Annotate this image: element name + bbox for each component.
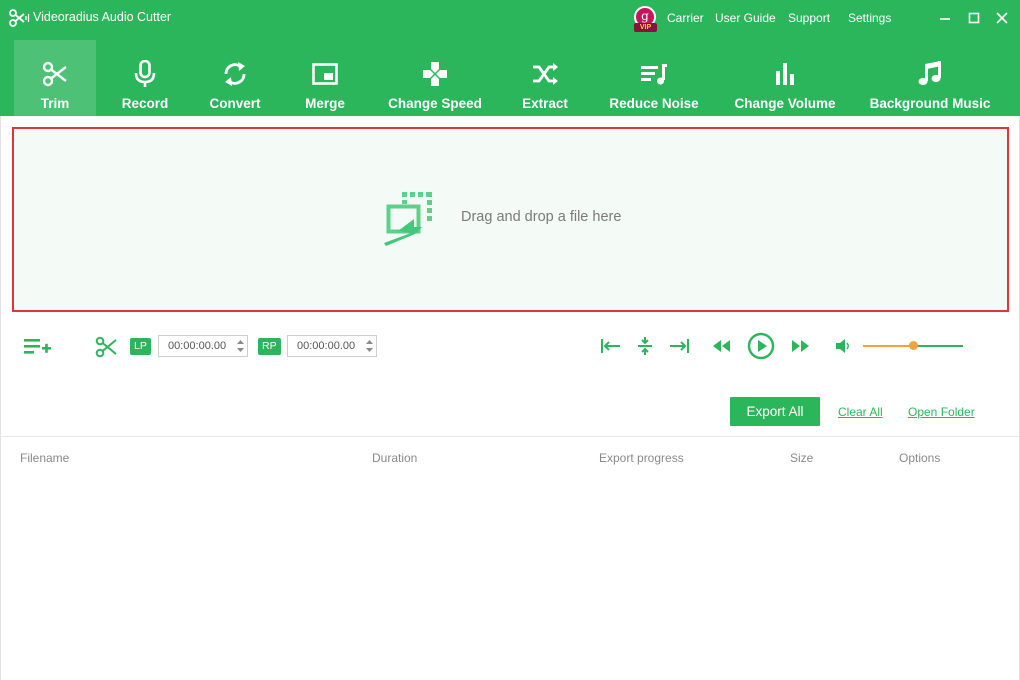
table-divider bbox=[0, 436, 1020, 437]
add-list-icon bbox=[24, 339, 51, 354]
close-icon bbox=[996, 12, 1008, 24]
tool-change-speed[interactable]: Change Speed bbox=[380, 40, 490, 116]
tool-extract-label: Extract bbox=[522, 96, 568, 111]
tool-convert-label: Convert bbox=[209, 96, 261, 111]
tool-change-volume[interactable]: Change Volume bbox=[725, 40, 845, 116]
main-toolbar: Trim Record Convert Merge Change Speed E… bbox=[0, 36, 1020, 116]
rewind-icon bbox=[713, 340, 730, 352]
app-logo-icon bbox=[9, 9, 31, 27]
rp-label: RP bbox=[258, 338, 281, 355]
add-file-button[interactable] bbox=[24, 337, 52, 362]
tool-merge[interactable]: Merge bbox=[285, 40, 365, 116]
align-start-icon bbox=[601, 339, 620, 353]
tool-merge-label: Merge bbox=[305, 96, 345, 111]
tool-convert[interactable]: Convert bbox=[195, 40, 275, 116]
fast-forward-icon bbox=[792, 340, 809, 352]
tool-background-music-label: Background Music bbox=[869, 96, 991, 111]
clear-all-link[interactable]: Clear All bbox=[838, 405, 883, 419]
support-link[interactable]: Support bbox=[788, 11, 830, 25]
file-drop-zone[interactable]: Drag and drop a file here bbox=[12, 127, 1009, 312]
tool-reduce-noise-label: Reduce Noise bbox=[609, 96, 699, 111]
tool-background-music[interactable]: Background Music bbox=[860, 40, 1000, 116]
vip-avatar[interactable]: g VIP bbox=[633, 6, 659, 32]
scissors-icon bbox=[95, 336, 117, 358]
window-left-border bbox=[0, 116, 1, 680]
shuffle-icon bbox=[531, 60, 559, 88]
spinner-arrows-icon[interactable] bbox=[237, 339, 244, 353]
align-middle-icon bbox=[638, 337, 652, 355]
cut-button[interactable] bbox=[95, 336, 119, 363]
fast-forward-button[interactable] bbox=[789, 339, 811, 358]
minimize-icon bbox=[940, 18, 950, 20]
microphone-icon bbox=[131, 59, 159, 88]
app-title: Videoradius Audio Cutter bbox=[33, 10, 172, 24]
merge-window-icon bbox=[311, 60, 339, 88]
spinner-arrows-icon[interactable] bbox=[366, 339, 373, 353]
tool-record[interactable]: Record bbox=[105, 40, 185, 116]
gamepad-icon bbox=[421, 60, 449, 88]
music-note-icon bbox=[916, 60, 944, 88]
lp-time-input[interactable]: 00:00:00.00 bbox=[158, 335, 248, 357]
maximize-button[interactable] bbox=[964, 8, 984, 28]
column-header-duration: Duration bbox=[372, 451, 418, 465]
tool-trim-label: Trim bbox=[40, 96, 70, 111]
set-start-button[interactable] bbox=[600, 337, 622, 360]
column-header-filename: Filename bbox=[20, 451, 70, 465]
volume-button[interactable] bbox=[835, 338, 851, 359]
lp-time-value: 00:00:00.00 bbox=[168, 340, 227, 352]
noise-list-icon bbox=[640, 60, 668, 88]
app-header: Videoradius Audio Cutter g VIP Carrier U… bbox=[0, 0, 1020, 116]
volume-slider-track[interactable] bbox=[913, 345, 963, 347]
export-all-button[interactable]: Export All bbox=[730, 397, 820, 426]
carrier-link[interactable]: Carrier bbox=[667, 11, 704, 25]
open-folder-link[interactable]: Open Folder bbox=[908, 405, 975, 419]
rewind-button[interactable] bbox=[711, 339, 733, 358]
volume-slider-knob[interactable] bbox=[909, 341, 918, 350]
maximize-icon bbox=[968, 12, 980, 24]
convert-arrows-icon bbox=[221, 60, 249, 88]
set-end-button[interactable] bbox=[668, 337, 690, 360]
tool-record-label: Record bbox=[121, 96, 169, 111]
tool-extract[interactable]: Extract bbox=[505, 40, 585, 116]
scissors-icon bbox=[41, 60, 69, 88]
play-button[interactable] bbox=[747, 332, 775, 365]
tool-change-speed-label: Change Speed bbox=[388, 96, 482, 111]
lp-label: LP bbox=[130, 338, 151, 355]
column-header-size: Size bbox=[790, 451, 814, 465]
tool-reduce-noise[interactable]: Reduce Noise bbox=[600, 40, 708, 116]
speaker-icon bbox=[836, 339, 849, 353]
title-bar: Videoradius Audio Cutter g VIP Carrier U… bbox=[0, 0, 1020, 36]
volume-slider-filled[interactable] bbox=[863, 345, 913, 347]
drop-file-icon bbox=[384, 189, 438, 247]
rp-time-input[interactable]: 00:00:00.00 bbox=[287, 335, 377, 357]
set-middle-button[interactable] bbox=[634, 336, 656, 361]
close-button[interactable] bbox=[992, 8, 1012, 28]
tool-change-volume-label: Change Volume bbox=[734, 96, 836, 111]
minimize-button[interactable] bbox=[935, 8, 955, 28]
settings-link[interactable]: Settings bbox=[848, 11, 891, 25]
rp-time-value: 00:00:00.00 bbox=[297, 340, 356, 352]
bars-icon bbox=[771, 60, 799, 88]
align-end-icon bbox=[670, 339, 689, 353]
tool-trim[interactable]: Trim bbox=[14, 40, 96, 116]
vip-tag: VIP bbox=[634, 23, 657, 32]
column-header-options: Options bbox=[899, 451, 941, 465]
user-guide-link[interactable]: User Guide bbox=[715, 11, 776, 25]
drop-zone-text: Drag and drop a file here bbox=[461, 209, 622, 225]
column-header-export-progress: Export progress bbox=[599, 451, 684, 465]
play-icon bbox=[747, 332, 775, 360]
